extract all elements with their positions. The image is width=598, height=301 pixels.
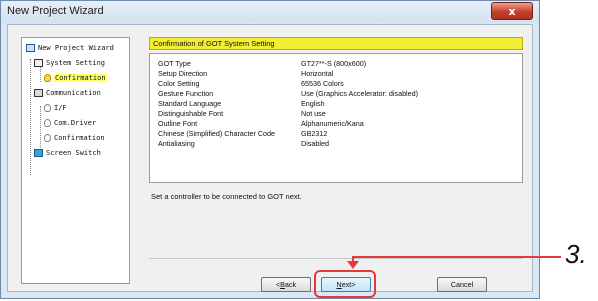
bulb-icon (44, 134, 51, 142)
tree-item-label: Communication (46, 89, 101, 97)
tree-item-communication[interactable]: Communication (34, 89, 101, 97)
tree-item-label: I/F (54, 104, 67, 112)
cancel-button[interactable]: Cancel (437, 277, 487, 292)
tree-item-label: New Project Wizard (38, 44, 114, 52)
setting-key: Antialiasing (158, 139, 195, 148)
wizard-navigation-tree: New Project Wizard System Setting Confir… (21, 37, 130, 284)
tree-item-label: Com.Driver (54, 119, 97, 127)
communication-icon (34, 89, 43, 97)
wizard-window: New Project Wizard x New Project Wizard … (0, 0, 540, 299)
title-bar: New Project Wizard x (1, 1, 539, 23)
section-heading: Confirmation of GOT System Setting (149, 37, 523, 50)
window-title: New Project Wizard (7, 5, 104, 17)
step-number-label: 3. (565, 239, 587, 269)
setting-key: Color Setting (158, 79, 200, 88)
wizard-icon (26, 44, 35, 52)
screen-switch-icon (34, 149, 43, 157)
tree-item-label: Confirmation (54, 74, 107, 82)
setting-value: Not use (301, 109, 326, 118)
back-button-label: ack (284, 280, 297, 289)
instruction-message: Set a controller to be connected to GOT … (151, 192, 302, 201)
tree-item-com-driver[interactable]: Com.Driver (44, 119, 96, 127)
tree-item-if[interactable]: I/F (44, 104, 67, 112)
down-arrow-icon (347, 261, 359, 269)
setting-value: Use (Graphics Accelerator: disabled) (301, 89, 419, 98)
close-button[interactable]: x (491, 2, 533, 20)
tree-item-new-project-wizard[interactable]: New Project Wizard (26, 44, 114, 52)
button-separator (149, 258, 523, 259)
setting-value: GT27**-S (800x600) (301, 59, 367, 68)
tree-item-label: Screen Switch (46, 149, 101, 157)
setting-key: Gesture Function (158, 89, 214, 98)
next-button-highlight (314, 270, 376, 298)
setting-key: Standard Language (158, 99, 222, 108)
settings-summary: GOT Type GT27**-S (800x600) Setup Direct… (149, 53, 523, 183)
tree-connector (30, 59, 31, 175)
cancel-button-label: Cancel (450, 280, 474, 289)
tree-item-confirmation-system[interactable]: Confirmation (44, 74, 107, 82)
setting-key: Setup Direction (158, 69, 208, 78)
system-setting-icon (34, 59, 43, 67)
setting-key: Outline Font (158, 119, 198, 128)
tree-item-screen-switch[interactable]: Screen Switch (34, 149, 101, 157)
tree-connector (40, 106, 41, 150)
tree-item-system-setting[interactable]: System Setting (34, 59, 105, 67)
setting-value: Disabled (301, 139, 329, 148)
setting-value: GB2312 (301, 129, 328, 138)
close-icon: x (508, 4, 516, 18)
setting-value: Horizontal (301, 69, 334, 78)
setting-value: 65536 Colors (301, 79, 344, 88)
back-button[interactable]: < B ack (261, 277, 311, 292)
setting-key: Distinguishable Font (158, 109, 224, 118)
bulb-icon (44, 119, 51, 127)
tree-item-label: Confirmation (54, 134, 105, 142)
setting-key: Chinese (Simplified) Character Code (158, 129, 276, 138)
setting-value: English (301, 99, 325, 108)
tree-item-confirmation-communication[interactable]: Confirmation (44, 134, 105, 142)
setting-value: Alphanumeric/Kana (301, 119, 364, 128)
tree-connector (40, 67, 41, 82)
bulb-icon (44, 74, 51, 82)
setting-key: GOT Type (158, 59, 191, 68)
callout-line (352, 256, 561, 258)
tree-item-label: System Setting (46, 59, 106, 67)
bulb-icon (44, 104, 51, 112)
